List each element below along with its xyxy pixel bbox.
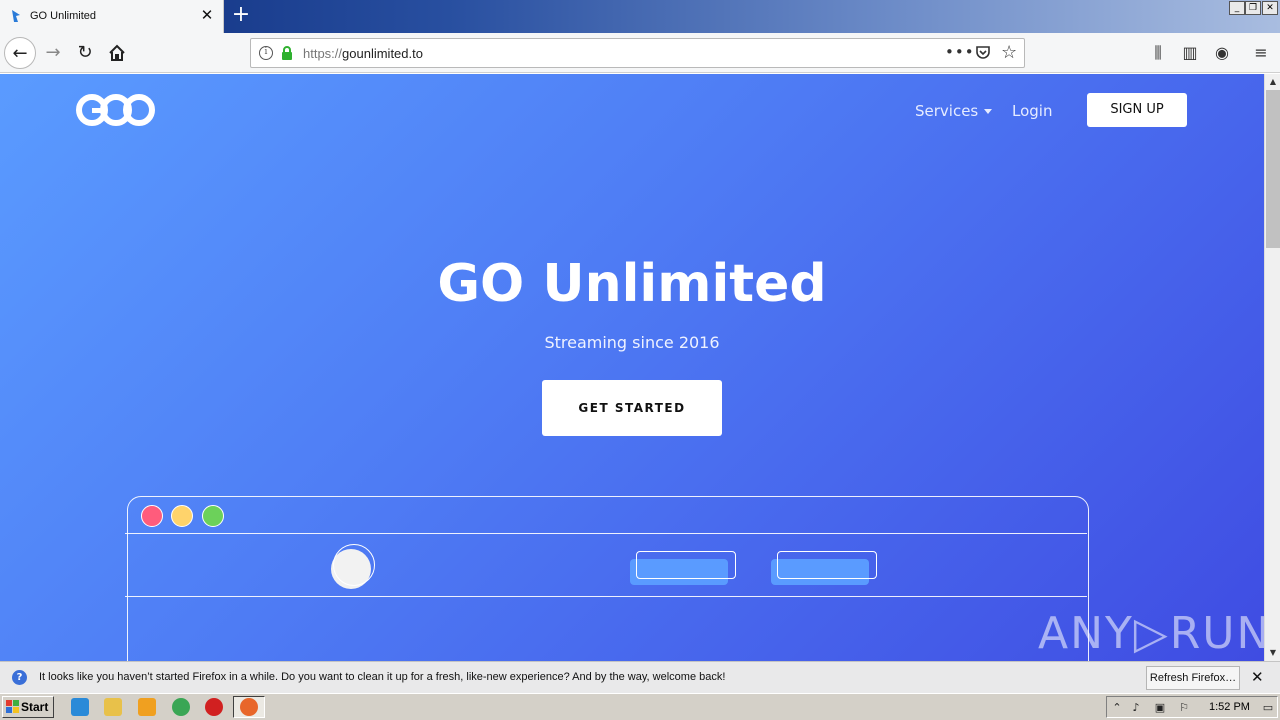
network-icon[interactable]: ▣ <box>1153 701 1167 714</box>
login-link[interactable]: Login <box>1012 102 1052 120</box>
notification-message: It looks like you haven’t started Firefo… <box>39 671 726 683</box>
library-icon[interactable]: ⫼ <box>1148 43 1168 63</box>
tab-close-icon[interactable]: ✕ <box>199 7 215 23</box>
arrow-right-icon: → <box>45 42 61 63</box>
chrome-icon[interactable] <box>172 698 190 716</box>
home-icon <box>109 44 125 61</box>
nav-toolbar: ← → ↻ i https://gounlimited.to ••• ☆ ⫼ ▥… <box>0 33 1280 73</box>
mock-dot-red <box>141 505 163 527</box>
minimize-button[interactable]: _ <box>1229 1 1245 15</box>
url-text[interactable]: https://gounlimited.to <box>303 46 423 61</box>
arrow-left-icon: ← <box>12 43 28 64</box>
start-button[interactable]: Start <box>2 696 54 718</box>
refresh-firefox-button[interactable]: Refresh Firefox… <box>1146 666 1240 690</box>
site-logo[interactable] <box>76 92 156 128</box>
clock[interactable]: 1:52 PM <box>1209 701 1250 713</box>
hero-title: GO Unlimited <box>437 254 827 314</box>
sidebar-icon[interactable]: ▥ <box>1180 43 1200 63</box>
browser-tab[interactable]: GO Unlimited ✕ <box>0 0 224 33</box>
mock-avatar-ring <box>333 544 375 586</box>
show-desktop-icon[interactable]: ▭ <box>1261 701 1275 714</box>
get-started-button[interactable]: GET STARTED <box>542 380 722 436</box>
scroll-down-icon[interactable]: ▼ <box>1265 645 1280 661</box>
caret-down-icon <box>984 109 993 114</box>
start-label: Start <box>21 700 49 714</box>
scroll-thumb[interactable] <box>1266 90 1280 248</box>
address-bar[interactable]: i https://gounlimited.to ••• ☆ <box>250 38 1025 68</box>
close-notification-icon[interactable]: ✕ <box>1251 668 1264 686</box>
menu-icon[interactable]: ≡ <box>1251 43 1271 63</box>
mock-dot-yellow <box>171 505 193 527</box>
pocket-icon[interactable] <box>975 45 991 61</box>
windows-flag-icon <box>6 700 19 713</box>
lock-icon[interactable] <box>281 46 293 60</box>
page-actions-button[interactable]: ••• <box>945 43 975 61</box>
bookmark-star-icon[interactable]: ☆ <box>1001 42 1017 63</box>
web-page: Services Login SIGN UP GO Unlimited Stre… <box>0 74 1264 661</box>
mock-button-outline <box>777 551 877 579</box>
reload-icon: ↻ <box>77 42 93 63</box>
mock-divider <box>125 596 1087 597</box>
anyrun-watermark: ANY▷RUN <box>1038 608 1264 659</box>
url-scheme: https:// <box>303 46 343 61</box>
firefox-taskbar-button[interactable] <box>233 696 265 718</box>
page-scrollbar[interactable]: ▲ ▼ <box>1264 74 1280 661</box>
url-host: gounlimited.to <box>342 46 423 61</box>
volume-icon[interactable]: ♪ <box>1129 701 1143 714</box>
forward-button[interactable]: → <box>37 37 69 69</box>
close-window-button[interactable]: ✕ <box>1262 1 1278 15</box>
new-tab-button[interactable]: + <box>229 4 253 28</box>
services-menu[interactable]: Services <box>915 102 993 120</box>
scroll-up-icon[interactable]: ▲ <box>1265 74 1280 90</box>
mock-dot-green <box>202 505 224 527</box>
reload-button[interactable]: ↻ <box>69 37 101 69</box>
restore-button[interactable]: ❐ <box>1245 1 1261 15</box>
home-button[interactable] <box>101 37 133 69</box>
mock-button-outline <box>636 551 736 579</box>
media-player-icon[interactable] <box>138 698 156 716</box>
tab-favicon-icon <box>12 10 20 22</box>
action-center-flag-icon[interactable]: ⚐ <box>1177 701 1191 714</box>
mock-divider <box>125 533 1087 534</box>
ie-icon[interactable] <box>71 698 89 716</box>
window-titlebar: GO Unlimited ✕ + _ ❐ ✕ <box>0 0 1280 33</box>
tab-title: GO Unlimited <box>30 10 97 22</box>
signup-button[interactable]: SIGN UP <box>1087 93 1187 127</box>
system-tray: ⌃ ♪ ▣ ⚐ 1:52 PM ▭ <box>1106 696 1278 718</box>
opera-icon[interactable] <box>205 698 223 716</box>
question-icon: ? <box>12 670 27 685</box>
windows-taskbar: Start ⌃ ♪ ▣ ⚐ 1:52 PM ▭ <box>0 693 1280 720</box>
tray-expand-icon[interactable]: ⌃ <box>1110 701 1124 714</box>
hero-subtitle: Streaming since 2016 <box>544 333 720 352</box>
firefox-icon <box>240 698 258 716</box>
back-button[interactable]: ← <box>4 37 36 69</box>
browser-mockup-illustration <box>125 496 1089 661</box>
site-info-icon[interactable]: i <box>259 46 273 60</box>
services-label: Services <box>915 102 979 120</box>
account-icon[interactable]: ◉ <box>1212 43 1232 63</box>
notification-bar: ? It looks like you haven’t started Fire… <box>0 661 1280 693</box>
explorer-icon[interactable] <box>104 698 122 716</box>
